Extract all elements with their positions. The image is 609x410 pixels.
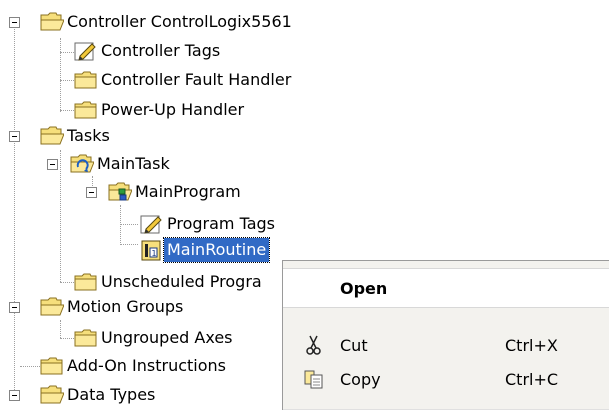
expander-motion-groups[interactable] — [9, 302, 20, 313]
tree-item-addon-instructions[interactable]: Add-On Instructions — [40, 352, 229, 380]
folder-icon — [40, 357, 63, 375]
folder-icon — [74, 71, 97, 89]
menu-item-label: Cut — [340, 335, 368, 355]
folder-icon — [40, 12, 64, 31]
ladder-routine-icon: 1 — [141, 240, 161, 261]
folder-icon — [74, 273, 97, 291]
tree-label: Power-Up Handler — [101, 100, 245, 119]
svg-text:1: 1 — [152, 249, 157, 258]
tree-label: Controller ControlLogix5561 — [67, 12, 292, 31]
tree-label: Motion Groups — [67, 297, 184, 316]
tree-item-unscheduled[interactable]: Unscheduled Progra — [74, 268, 265, 296]
tree-label: Controller Fault Handler — [101, 70, 292, 89]
tree-item-controller[interactable]: Controller ControlLogix5561 — [40, 8, 295, 36]
tree-label: Unscheduled Progra — [101, 272, 262, 291]
tree-label: Tasks — [67, 126, 110, 145]
menu-item-shortcut: Ctrl+X — [505, 335, 558, 355]
menu-item-cut[interactable]: Cut Ctrl+X — [283, 328, 609, 362]
task-cycle-icon — [70, 154, 94, 173]
menu-item-label: Copy — [340, 369, 381, 389]
tree-item-tasks[interactable]: Tasks — [40, 122, 113, 150]
tree-label: MainProgram — [135, 182, 241, 201]
tree-item-controller-tags[interactable]: Controller Tags — [74, 37, 223, 65]
menu-item-shortcut: Ctrl+C — [505, 369, 559, 389]
tree-item-ungrouped-axes[interactable]: Ungrouped Axes — [74, 324, 236, 352]
program-icon — [108, 182, 132, 201]
tree-label: MainRoutine — [162, 237, 271, 263]
tree-item-mainprogram[interactable]: MainProgram — [108, 178, 244, 206]
tree-label: Add-On Instructions — [67, 356, 226, 375]
folder-icon — [74, 329, 97, 347]
copy-icon — [304, 370, 323, 389]
tree-item-motion-groups[interactable]: Motion Groups — [40, 293, 186, 321]
menu-item-label: Open — [340, 278, 388, 298]
tree-item-maintask[interactable]: MainTask — [70, 150, 173, 178]
tags-pencil-icon — [74, 42, 96, 61]
expander-tasks[interactable] — [9, 131, 20, 142]
tree-item-program-tags[interactable]: Program Tags — [140, 210, 278, 238]
tree-label: MainTask — [97, 154, 170, 173]
tree-label: Data Types — [67, 385, 156, 404]
tree-item-powerup-handler[interactable]: Power-Up Handler — [74, 96, 247, 124]
tags-pencil-icon — [140, 215, 162, 234]
tree-label: Ungrouped Axes — [101, 328, 233, 347]
folder-icon — [40, 126, 64, 145]
scissors-icon — [306, 335, 321, 355]
folder-icon — [40, 385, 64, 404]
menu-item-open[interactable]: Open — [283, 268, 609, 308]
folder-icon — [40, 297, 64, 316]
expander-mainprogram[interactable] — [86, 187, 97, 198]
context-menu: Open Cut Ctrl+X Copy Ctrl+C — [282, 260, 609, 410]
tree-item-mainroutine[interactable]: 1 MainRoutine — [140, 236, 271, 264]
tree-item-fault-handler[interactable]: Controller Fault Handler — [74, 66, 294, 94]
tree-label: Program Tags — [167, 214, 276, 233]
menu-item-copy[interactable]: Copy Ctrl+C — [283, 362, 609, 396]
tree-label: Controller Tags — [101, 41, 221, 60]
expander-data-types[interactable] — [9, 390, 20, 401]
folder-icon — [74, 101, 97, 119]
expander-maintask[interactable] — [47, 159, 58, 170]
expander-controller[interactable] — [9, 17, 20, 28]
tree-item-data-types[interactable]: Data Types — [40, 381, 158, 409]
